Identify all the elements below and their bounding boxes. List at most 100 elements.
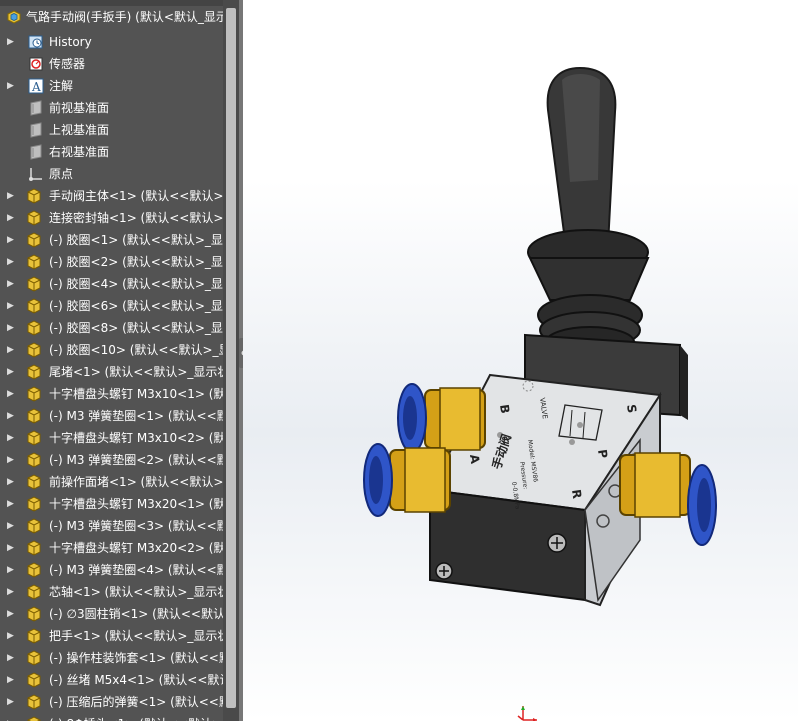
tree-item-label: 十字槽盘头螺钉 M3x10<1> (默认 — [49, 387, 223, 401]
expand-arrow-icon[interactable]: ▶ — [7, 471, 15, 493]
expand-arrow-icon[interactable]: ▶ — [7, 361, 15, 383]
tree-item-label: (-) 胶圈<4> (默认<<默认>_显示 — [49, 277, 223, 291]
expand-arrow-icon[interactable]: ▶ — [7, 185, 15, 207]
svg-text:A: A — [31, 80, 41, 94]
annotation-icon: A — [28, 78, 44, 94]
scrollbar-thumb[interactable] — [226, 8, 236, 708]
tree-item[interactable]: ▶ 前操作面堵<1> (默认<<默认>_ — [0, 471, 223, 493]
expand-arrow-icon[interactable]: ▶ — [7, 251, 15, 273]
tree-item[interactable]: ▶ (-) M3 弹簧垫圈<2> (默认<<默 — [0, 449, 223, 471]
tree-item-label: 右视基准面 — [49, 145, 110, 159]
tree-item[interactable]: ▶ 手动阀主体<1> (默认<<默认>_ — [0, 185, 223, 207]
part-icon — [26, 496, 42, 512]
fitting-lower-left — [363, 443, 451, 517]
tree-item[interactable]: ▶ (-) M3 弹簧垫圈<3> (默认<<默 — [0, 515, 223, 537]
tree-item[interactable]: ▶ (-) ∅3圆柱销<1> (默认<<默认> — [0, 603, 223, 625]
expand-arrow-icon[interactable]: ▶ — [7, 449, 15, 471]
tree-item[interactable]: ▶ 连接密封轴<1> (默认<<默认>_ — [0, 207, 223, 229]
tree-scrollbar[interactable] — [223, 0, 239, 721]
tree-item[interactable]: ▶ (-) 胶圈<8> (默认<<默认>_显示 — [0, 317, 223, 339]
tree-item[interactable]: ▶ 十字槽盘头螺钉 M3x10<2> (默认 — [0, 427, 223, 449]
tree-item-label: (-) M3 弹簧垫圈<2> (默认<<默 — [49, 453, 223, 467]
part-icon — [26, 276, 42, 292]
tree-item[interactable]: ▶ (-) 丝堵 M5x4<1> (默认<<默认 — [0, 669, 223, 691]
part-icon — [26, 540, 42, 556]
expand-arrow-icon[interactable]: ▶ — [7, 75, 15, 97]
expand-arrow-icon[interactable]: ▶ — [7, 603, 15, 625]
tree-item[interactable]: ▶ (-) 胶圈<1> (默认<<默认>_显示 — [0, 229, 223, 251]
tree-item[interactable]: 上视基准面 — [0, 119, 223, 141]
plane-icon — [28, 100, 44, 116]
expand-arrow-icon[interactable]: ▶ — [7, 295, 15, 317]
assembly-icon — [6, 9, 22, 25]
tree-item-label: (-) 丝堵 M5x4<1> (默认<<默认 — [49, 673, 223, 687]
tree-item[interactable]: ▶ 十字槽盘头螺钉 M3x20<1> (默认 — [0, 493, 223, 515]
tree-item[interactable]: 传感器 — [0, 53, 223, 75]
part-icon — [26, 430, 42, 446]
tree-item-label: 把手<1> (默认<<默认>_显示状 — [49, 629, 223, 643]
tree-item[interactable]: ▶ (-) 胶圈<4> (默认<<默认>_显示 — [0, 273, 223, 295]
part-icon — [26, 562, 42, 578]
tree-item[interactable]: 原点 — [0, 163, 223, 185]
tree-item[interactable]: ▶ 十字槽盘头螺钉 M3x10<1> (默认 — [0, 383, 223, 405]
tree-item[interactable]: ▶ A 注解 — [0, 75, 223, 97]
expand-arrow-icon[interactable]: ▶ — [7, 339, 15, 361]
tree-item[interactable]: ▶ History — [0, 31, 223, 53]
port-label-b: B — [497, 403, 512, 414]
tree-item-label: 尾堵<1> (默认<<默认>_显示状 — [49, 365, 223, 379]
tree-item[interactable]: ▶ 十字槽盘头螺钉 M3x20<2> (默认 — [0, 537, 223, 559]
tree-item-label: (-) M3 弹簧垫圈<3> (默认<<默 — [49, 519, 223, 533]
tree-item-label: (-) M3 弹簧垫圈<1> (默认<<默 — [49, 409, 223, 423]
tree-item[interactable]: ▶ (-) M3 弹簧垫圈<4> (默认<<默 — [0, 559, 223, 581]
expand-arrow-icon[interactable]: ▶ — [7, 625, 15, 647]
tree-item[interactable]: 前视基准面 — [0, 97, 223, 119]
expand-arrow-icon[interactable]: ▶ — [7, 581, 15, 603]
part-icon — [26, 452, 42, 468]
expand-arrow-icon[interactable]: ▶ — [7, 515, 15, 537]
graphics-viewport[interactable]: 手动阀 VALVE Model: MSV86 Pressure: 0-0.8MP… — [243, 0, 798, 721]
part-icon — [26, 628, 42, 644]
tree-item-label: 连接密封轴<1> (默认<<默认>_ — [49, 211, 223, 225]
sensor-icon — [28, 56, 44, 72]
expand-arrow-icon[interactable]: ▶ — [7, 647, 15, 669]
tree-item[interactable]: ▶ (-) 操作柱装饰套<1> (默认<<默 — [0, 647, 223, 669]
tree-item[interactable]: ▶ (-) 胶圈<2> (默认<<默认>_显示 — [0, 251, 223, 273]
expand-arrow-icon[interactable]: ▶ — [7, 713, 15, 721]
expand-arrow-icon[interactable]: ▶ — [7, 559, 15, 581]
tree-item-label: (-) 胶圈<1> (默认<<默认>_显示 — [49, 233, 223, 247]
tree-root-label: 气路手动阀(手扳手) (默认<默认_显示 — [26, 10, 223, 24]
tree-item[interactable]: ▶ (-) M3 弹簧垫圈<1> (默认<<默 — [0, 405, 223, 427]
expand-arrow-icon[interactable]: ▶ — [7, 537, 15, 559]
expand-arrow-icon[interactable]: ▶ — [7, 493, 15, 515]
part-icon — [26, 210, 42, 226]
tree-item-label: (-) 8Φ插头<1> (默认<<默认>_显 — [49, 713, 223, 721]
tree-item[interactable]: 右视基准面 — [0, 141, 223, 163]
tree-item-label: (-) 胶圈<8> (默认<<默认>_显示 — [49, 321, 223, 335]
part-icon — [26, 364, 42, 380]
expand-arrow-icon[interactable]: ▶ — [7, 427, 15, 449]
expand-arrow-icon[interactable]: ▶ — [7, 691, 15, 713]
part-icon — [26, 408, 42, 424]
tree-item[interactable]: ▶ (-) 胶圈<6> (默认<<默认>_显示 — [0, 295, 223, 317]
tree-item[interactable]: ▶ 芯轴<1> (默认<<默认>_显示状 — [0, 581, 223, 603]
expand-arrow-icon[interactable]: ▶ — [7, 669, 15, 691]
tree-item[interactable]: ▶ 把手<1> (默认<<默认>_显示状 — [0, 625, 223, 647]
expand-arrow-icon[interactable]: ▶ — [7, 31, 15, 53]
expand-arrow-icon[interactable]: ▶ — [7, 405, 15, 427]
history-icon — [28, 34, 44, 50]
tree-root-assembly[interactable]: 气路手动阀(手扳手) (默认<默认_显示 — [0, 6, 223, 28]
tree-item[interactable]: ▶ (-) 胶圈<10> (默认<<默认>_显 — [0, 339, 223, 361]
part-icon — [26, 518, 42, 534]
expand-arrow-icon[interactable]: ▶ — [7, 207, 15, 229]
tree-item[interactable]: ▶ (-) 压缩后的弹簧<1> (默认<<默 — [0, 691, 223, 713]
tree-item[interactable]: ▶ (-) 8Φ插头<1> (默认<<默认>_显 — [0, 713, 223, 721]
tree-item-label: History — [49, 35, 92, 49]
expand-arrow-icon[interactable]: ▶ — [7, 229, 15, 251]
expand-arrow-icon[interactable]: ▶ — [7, 273, 15, 295]
expand-arrow-icon[interactable]: ▶ — [7, 317, 15, 339]
tree-item-label: 手动阀主体<1> (默认<<默认>_ — [49, 189, 223, 203]
tree-item[interactable]: ▶ 尾堵<1> (默认<<默认>_显示状 — [0, 361, 223, 383]
expand-arrow-icon[interactable]: ▶ — [7, 383, 15, 405]
port-label-r: R — [569, 488, 584, 499]
part-icon — [26, 606, 42, 622]
